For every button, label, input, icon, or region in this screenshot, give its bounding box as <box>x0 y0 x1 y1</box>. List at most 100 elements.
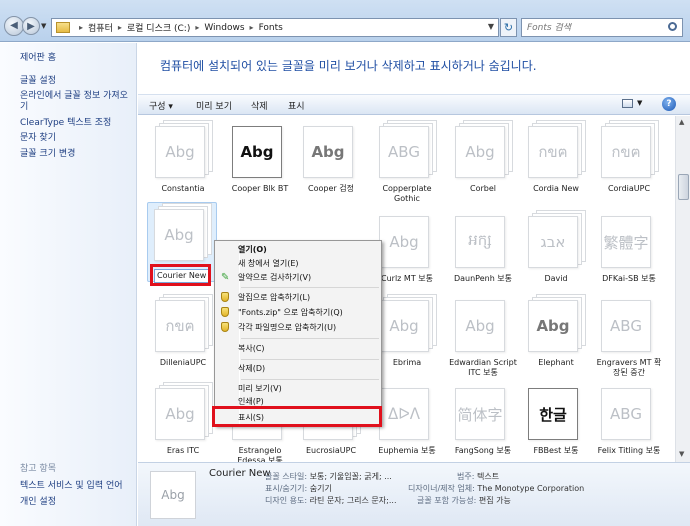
font-tile[interactable]: กขฅ DilleniaUPC <box>148 294 218 368</box>
menu-item-preview[interactable]: 미리 보기(V) <box>238 384 282 394</box>
style-label: 글꼴 스타일: <box>265 472 308 481</box>
font-name-label: CordiaUPC <box>607 184 651 193</box>
search-box[interactable] <box>521 18 683 37</box>
show-button[interactable]: 표시 <box>288 99 305 112</box>
find-character-link[interactable]: 문자 찾기 <box>20 133 136 144</box>
details-font-name: Courier New <box>209 468 271 479</box>
font-sample: Abg <box>528 300 578 352</box>
font-sample: 한글 <box>528 388 578 440</box>
font-name-label: Ebrima <box>392 358 422 367</box>
highlight-box-courier-new <box>150 264 211 286</box>
font-tile[interactable]: 繁體字 DFKai-SB 보통 <box>594 210 664 284</box>
font-tile[interactable]: Abg Corbel <box>448 120 518 194</box>
breadcrumb-fonts[interactable]: Fonts <box>259 23 283 33</box>
font-file-icon: 简体字 <box>453 382 513 440</box>
font-name-label: Felix Titling 보통 <box>597 446 661 455</box>
refresh-icon: ↻ <box>503 21 514 34</box>
menu-item-compress-each[interactable]: 각각 파일명으로 압축하기(U) <box>238 323 336 333</box>
details-category-row: 범주: 텍스트 <box>457 472 499 482</box>
font-tile[interactable]: ᐃᐅᐱ Euphemia 보통 <box>372 382 442 456</box>
chevron-right-icon[interactable]: ▸ <box>250 23 254 32</box>
font-tile[interactable]: 한글 FBBest 보통 <box>521 382 591 456</box>
font-sample: ᐃᐅᐱ <box>379 388 429 440</box>
scrollbar-thumb[interactable] <box>678 174 689 200</box>
delete-button[interactable]: 삭제 <box>251 99 268 112</box>
menu-item-compress-alzip[interactable]: 알집으로 압축하기(L) <box>238 293 310 303</box>
font-tile[interactable]: ABG Felix Titling 보통 <box>594 382 664 456</box>
search-icon[interactable] <box>668 22 677 31</box>
font-file-icon: กขฅ <box>153 294 213 352</box>
personalization-link[interactable]: 개인 설정 <box>20 497 136 508</box>
font-tile[interactable]: Abg Eras ITC <box>148 382 218 456</box>
chevron-right-icon[interactable]: ▸ <box>79 23 83 32</box>
left-navigation-pane: 제어판 홈 글꼴 설정 온라인에서 글꼴 정보 가져오기 ClearType 텍… <box>0 43 137 526</box>
font-tile[interactable]: Abg Cooper Blk BT <box>225 120 295 194</box>
font-tile[interactable]: Abg Constantia <box>148 120 218 194</box>
breadcrumb-computer[interactable]: 컴퓨터 <box>88 21 113 34</box>
menu-item-scan-alyac[interactable]: 알약으로 검사하기(V) <box>238 273 311 283</box>
font-tile[interactable]: 简体字 FangSong 보통 <box>448 382 518 456</box>
font-name-label: FangSong 보통 <box>454 446 512 455</box>
font-tile[interactable]: ABG Copperplate Gothic <box>372 120 442 204</box>
organize-button[interactable]: 구성 ▾ <box>149 99 173 112</box>
highlight-box-show-menu-item <box>212 406 382 427</box>
font-name-label: Edwardian Script ITC 보통 <box>449 358 517 377</box>
change-font-size-link[interactable]: 글꼴 크기 변경 <box>20 149 136 160</box>
adjust-cleartype-link[interactable]: ClearType 텍스트 조정 <box>20 118 136 129</box>
font-settings-link[interactable]: 글꼴 설정 <box>20 76 136 87</box>
menu-separator <box>241 359 379 360</box>
recent-pages-dropdown[interactable]: ▼ <box>41 22 46 30</box>
arrow-left-icon: ◀ <box>10 20 18 31</box>
chevron-down-icon[interactable]: ▼ <box>488 22 494 31</box>
chevron-down-icon[interactable]: ▼ <box>637 99 642 107</box>
chevron-right-icon[interactable]: ▸ <box>118 23 122 32</box>
control-panel-home-link[interactable]: 제어판 홈 <box>20 53 136 64</box>
text-services-link[interactable]: 텍스트 서비스 및 입력 언어 <box>20 481 136 492</box>
menu-separator <box>241 338 379 339</box>
menu-separator <box>241 287 379 288</box>
font-tile[interactable]: Abg Edwardian Script ITC 보통 <box>448 294 518 378</box>
font-name-label: Constantia <box>161 184 205 193</box>
font-file-icon: Abg <box>301 120 361 178</box>
menu-item-copy[interactable]: 복사(C) <box>238 344 265 354</box>
font-file-icon: Abg <box>152 203 212 261</box>
menu-item-compress-fonts-zip[interactable]: "Fonts.zip" 으로 압축하기(Q) <box>238 308 343 318</box>
menu-item-delete[interactable]: 삭제(D) <box>238 364 265 374</box>
page-title: 컴퓨터에 설치되어 있는 글꼴을 미리 보거나 삭제하고 표시하거나 숨깁니다. <box>160 59 537 73</box>
change-view-icon[interactable] <box>622 99 633 108</box>
font-tile[interactable]: Abg Curlz MT 보통 <box>372 210 442 284</box>
back-button[interactable]: ◀ <box>4 16 24 36</box>
font-sample: ABG <box>379 126 429 178</box>
font-tile[interactable]: Abg Ebrima <box>372 294 442 368</box>
font-file-icon: Abg <box>526 294 586 352</box>
alzip-icon <box>221 292 229 302</box>
breadcrumb-windows[interactable]: Windows <box>204 23 244 33</box>
scroll-down-icon[interactable]: ▼ <box>679 450 684 458</box>
font-tile[interactable]: กขฅ CordiaUPC <box>594 120 664 194</box>
font-tile[interactable]: Abg Elephant <box>521 294 591 368</box>
show-value: 숨기기 <box>309 484 332 493</box>
search-input[interactable] <box>527 22 662 33</box>
font-tile[interactable]: ABG Engravers MT 확장된 중간 <box>594 294 664 378</box>
breadcrumb-local-disk[interactable]: 로컬 디스크 (C:) <box>127 21 190 34</box>
alzip-icon <box>221 307 229 317</box>
forward-button[interactable]: ▶ <box>22 17 40 35</box>
font-tile[interactable]: Abg Cooper 검정 <box>296 120 366 194</box>
help-icon[interactable]: ? <box>662 97 676 111</box>
preview-button[interactable]: 미리 보기 <box>196 99 232 112</box>
menu-item-open-new-window[interactable]: 새 창에서 열기(E) <box>238 259 299 269</box>
font-tile[interactable]: אבג David <box>521 210 591 284</box>
refresh-button[interactable]: ↻ <box>500 18 517 37</box>
font-tile[interactable]: กขฅ Cordia New <box>521 120 591 194</box>
vertical-scrollbar[interactable]: ▲ ▼ <box>675 116 690 462</box>
font-file-icon: אבג <box>526 210 586 268</box>
chevron-right-icon[interactable]: ▸ <box>195 23 199 32</box>
menu-item-open[interactable]: 열기(O) <box>238 245 267 255</box>
scroll-up-icon[interactable]: ▲ <box>679 118 684 126</box>
font-file-icon: กขฅ <box>526 120 586 178</box>
details-pane: Abg Courier New 글꼴 스타일: 보통; 기울임꼴; 굵게; ..… <box>138 462 690 526</box>
address-field[interactable]: ▸ 컴퓨터 ▸ 로컬 디스크 (C:) ▸ Windows ▸ Fonts ▼ <box>51 18 499 37</box>
arrow-right-icon: ▶ <box>27 21 35 32</box>
get-font-info-online-link[interactable]: 온라인에서 글꼴 정보 가져오기 <box>20 91 136 113</box>
font-tile[interactable]: អក្ស DaunPenh 보통 <box>448 210 518 284</box>
